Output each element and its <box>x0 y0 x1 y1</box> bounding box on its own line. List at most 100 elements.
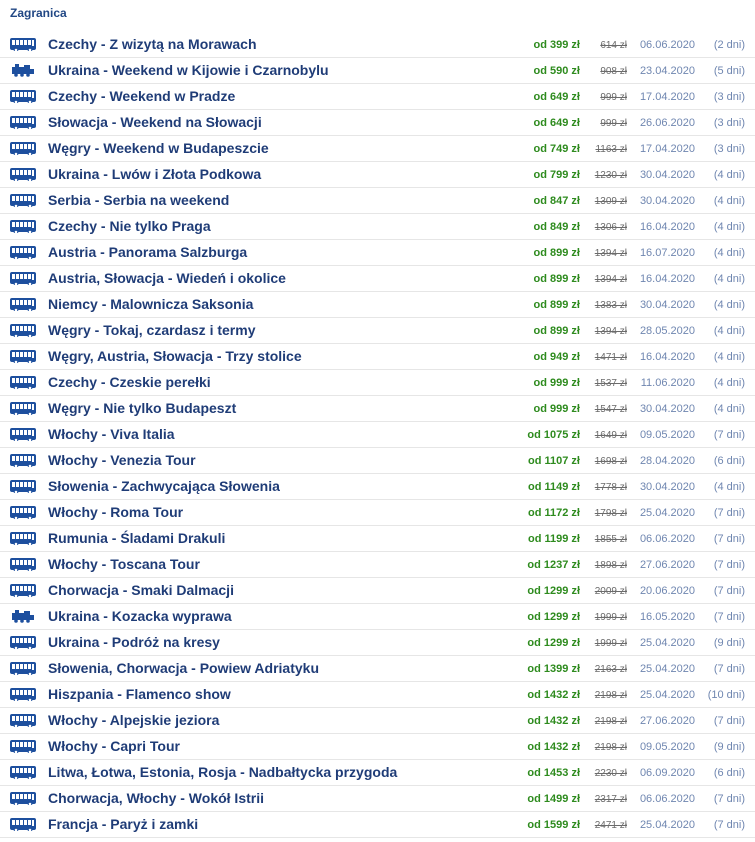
offer-title-link[interactable]: Chorwacja - Smaki Dalmacji <box>48 582 234 598</box>
bus-icon <box>10 428 36 443</box>
offer-row[interactable]: Włochy - Capri Tour od 1432 zł 2198 zł 09.0… <box>0 734 755 760</box>
bus-icon <box>10 584 36 599</box>
offer-title-link[interactable]: Czechy - Weekend w Pradze <box>48 88 235 104</box>
departure-date: 16.04.2020 <box>639 221 695 233</box>
offer-row[interactable]: Litwa, Łotwa, Estonia, Rosja - Nadbałtyc… <box>0 760 755 786</box>
offer-title-link[interactable]: Włochy - Capri Tour <box>48 738 180 754</box>
departure-date: 16.07.2020 <box>639 247 695 259</box>
offer-title-link[interactable]: Hiszpania - Flamenco show <box>48 686 231 702</box>
departure-date: 06.09.2020 <box>639 767 695 779</box>
bus-icon <box>10 818 36 833</box>
offer-row[interactable]: Czechy - Weekend w Pradze od 649 zł 999 zł… <box>0 84 755 110</box>
offer-row[interactable]: Włochy - Viva Italia od 1075 zł 1649 zł 09.… <box>0 422 755 448</box>
offer-row[interactable]: Węgry - Nie tylko Budapeszt od 999 zł 1547… <box>0 396 755 422</box>
offer-row[interactable]: Ukraina - Kozacka wyprawa od 1299 zł 1999 … <box>0 604 755 630</box>
bus-icon <box>10 454 36 469</box>
offer-price: od 1399 zł <box>527 663 580 675</box>
offer-title-link[interactable]: Francja - Paryż i zamki <box>48 816 198 832</box>
offer-title-link[interactable]: Czechy - Nie tylko Praga <box>48 218 211 234</box>
offer-row[interactable]: Hiszpania - Flamenco show od 1432 zł 2198 … <box>0 682 755 708</box>
departure-date: 09.05.2020 <box>639 741 695 753</box>
bus-icon <box>10 350 36 365</box>
offer-title-link[interactable]: Litwa, Łotwa, Estonia, Rosja - Nadbałtyc… <box>48 764 397 780</box>
offer-price: od 1432 zł <box>527 715 580 727</box>
offer-title-link[interactable]: Ukraina - Podróż na kresy <box>48 634 220 650</box>
trip-duration: (7 dni) <box>713 507 745 519</box>
offer-title-link[interactable]: Węgry - Nie tylko Budapeszt <box>48 400 236 416</box>
offer-title-link[interactable]: Włochy - Toscana Tour <box>48 556 200 572</box>
offer-row[interactable]: Niemcy - Malownicza Saksonia od 899 zł 138… <box>0 292 755 318</box>
offer-title-link[interactable]: Serbia - Serbia na weekend <box>48 192 229 208</box>
trip-duration: (4 dni) <box>713 169 745 181</box>
offer-title-link[interactable]: Węgry, Austria, Słowacja - Trzy stolice <box>48 348 302 364</box>
offer-price: od 1299 zł <box>527 585 580 597</box>
offer-row[interactable]: Słowenia, Chorwacja - Powiew Adriatyku od… <box>0 656 755 682</box>
offer-row[interactable]: Chorwacja, Włochy - Wokół Istrii od 1499 … <box>0 786 755 812</box>
offer-row[interactable]: Włochy - Venezia Tour od 1107 zł 1698 zł 28… <box>0 448 755 474</box>
departure-date: 06.06.2020 <box>639 39 695 51</box>
offer-title-link[interactable]: Czechy - Czeskie perełki <box>48 374 211 390</box>
old-price: 1547 zł <box>594 404 627 415</box>
offer-row[interactable]: Czechy - Nie tylko Praga od 849 zł 1306 zł… <box>0 214 755 240</box>
offer-title-link[interactable]: Włochy - Viva Italia <box>48 426 175 442</box>
offer-title-link[interactable]: Ukraina - Lwów i Złota Podkowa <box>48 166 261 182</box>
trip-duration: (4 dni) <box>713 299 745 311</box>
offer-price: od 847 zł <box>533 195 580 207</box>
offer-title-link[interactable]: Włochy - Roma Tour <box>48 504 183 520</box>
offer-row[interactable]: Węgry, Austria, Słowacja - Trzy stolice o… <box>0 344 755 370</box>
bus-icon <box>10 506 36 521</box>
offer-title-link[interactable]: Słowenia - Zachwycająca Słowenia <box>48 478 280 494</box>
offer-row[interactable]: Słowenia - Zachwycająca Słowenia od 1149 … <box>0 474 755 500</box>
offer-row[interactable]: Austria - Panorama Salzburga od 899 zł 139… <box>0 240 755 266</box>
offer-title-link[interactable]: Austria, Słowacja - Wiedeń i okolice <box>48 270 286 286</box>
trip-duration: (4 dni) <box>713 351 745 363</box>
offer-row[interactable]: Węgry - Weekend w Budapeszcie od 749 zł 11… <box>0 136 755 162</box>
trip-duration: (3 dni) <box>713 143 745 155</box>
offer-title-link[interactable]: Węgry - Tokaj, czardasz i termy <box>48 322 255 338</box>
trip-duration: (4 dni) <box>713 377 745 389</box>
offer-row[interactable]: Ukraina - Weekend w Kijowie i Czarnobylu… <box>0 58 755 84</box>
offer-row[interactable]: Chorwacja - Smaki Dalmacji od 1299 zł 2009… <box>0 578 755 604</box>
offer-row[interactable]: Czechy - Czeskie perełki od 999 zł 1537 zł… <box>0 370 755 396</box>
offer-row[interactable]: Słowacja - Weekend na Słowacji od 649 zł 9… <box>0 110 755 136</box>
departure-date: 09.05.2020 <box>639 429 695 441</box>
offer-title-link[interactable]: Austria - Panorama Salzburga <box>48 244 247 260</box>
offer-title-link[interactable]: Niemcy - Malownicza Saksonia <box>48 296 253 312</box>
offer-row[interactable]: Włochy - Toscana Tour od 1237 zł 1898 zł 27… <box>0 552 755 578</box>
offer-row[interactable]: Węgry - Tokaj, czardasz i termy od 899 zł… <box>0 318 755 344</box>
offer-row[interactable]: Serbia - Serbia na weekend od 847 zł 1309 … <box>0 188 755 214</box>
offer-price: od 1237 zł <box>527 559 580 571</box>
old-price: 2471 zł <box>594 820 627 831</box>
offer-title-link[interactable]: Rumunia - Śladami Drakuli <box>48 530 225 546</box>
trip-duration: (10 dni) <box>707 689 745 701</box>
offer-price: od 899 zł <box>533 325 580 337</box>
departure-date: 25.04.2020 <box>639 663 695 675</box>
offer-row[interactable]: Włochy - Roma Tour od 1172 zł 1798 zł 25.04… <box>0 500 755 526</box>
offer-title-link[interactable]: Słowenia, Chorwacja - Powiew Adriatyku <box>48 660 319 676</box>
offer-title-link[interactable]: Czechy - Z wizytą na Morawach <box>48 36 257 52</box>
old-price: 2198 zł <box>594 742 627 753</box>
offer-title-link[interactable]: Włochy - Venezia Tour <box>48 452 196 468</box>
offer-title-link[interactable]: Chorwacja, Włochy - Wokół Istrii <box>48 790 264 806</box>
train-icon <box>10 610 36 623</box>
trip-duration: (4 dni) <box>713 481 745 493</box>
offer-row[interactable]: Ukraina - Podróż na kresy od 1299 zł 1999 … <box>0 630 755 656</box>
offer-price: od 1299 zł <box>527 611 580 623</box>
bus-icon <box>10 766 36 781</box>
departure-date: 17.04.2020 <box>639 91 695 103</box>
trip-duration: (3 dni) <box>713 91 745 103</box>
offer-title-link[interactable]: Ukraina - Weekend w Kijowie i Czarnobylu <box>48 62 329 78</box>
offer-title-link[interactable]: Węgry - Weekend w Budapeszcie <box>48 140 269 156</box>
offer-row[interactable]: Włochy - Alpejskie jeziora od 1432 zł 2198… <box>0 708 755 734</box>
offer-row[interactable]: Czechy - Z wizytą na Morawach od 399 zł 61… <box>0 32 755 58</box>
offer-row[interactable]: Rumunia - Śladami Drakuli od 1199 zł 1855 … <box>0 526 755 552</box>
offer-row[interactable]: Francja - Paryż i zamki od 1599 zł 2471 zł… <box>0 812 755 838</box>
old-price: 1999 zł <box>594 612 627 623</box>
offer-row[interactable]: Ukraina - Lwów i Złota Podkowa od 799 zł 1… <box>0 162 755 188</box>
trip-duration: (4 dni) <box>713 325 745 337</box>
departure-date: 06.06.2020 <box>639 793 695 805</box>
offer-row[interactable]: Austria, Słowacja - Wiedeń i okolice od 8… <box>0 266 755 292</box>
offer-title-link[interactable]: Słowacja - Weekend na Słowacji <box>48 114 262 130</box>
offer-title-link[interactable]: Włochy - Alpejskie jeziora <box>48 712 219 728</box>
offer-title-link[interactable]: Ukraina - Kozacka wyprawa <box>48 608 232 624</box>
